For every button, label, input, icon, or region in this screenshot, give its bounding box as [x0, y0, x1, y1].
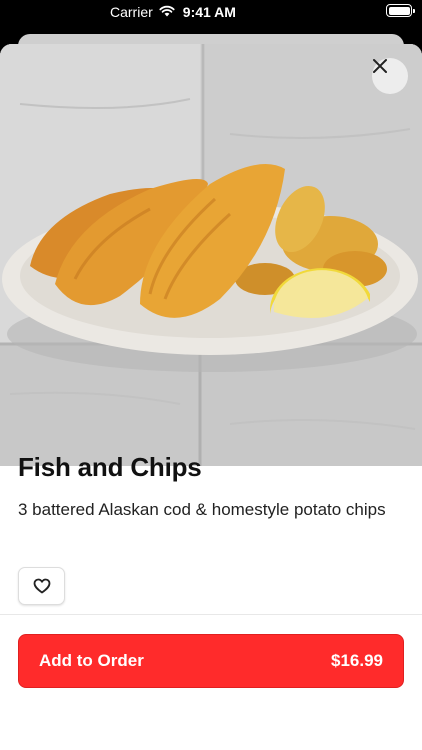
heart-icon [33, 578, 50, 594]
divider [0, 614, 422, 615]
favorite-button[interactable] [18, 567, 65, 605]
item-description: 3 battered Alaskan cod & homestyle potat… [18, 500, 386, 519]
carrier-label: Carrier [110, 4, 153, 20]
item-title: Fish and Chips [18, 452, 202, 482]
close-button[interactable] [372, 58, 408, 94]
battery-icon [386, 4, 415, 17]
item-info: Fish and Chips 3 battered Alaskan cod & … [18, 452, 404, 522]
close-icon [373, 59, 387, 73]
price-label: $16.99 [331, 651, 383, 670]
clock: 9:41 AM [182, 4, 236, 20]
status-bar: Carrier 9:41 AM [0, 0, 422, 24]
add-to-order-button[interactable]: Add to Order $16.99 [18, 634, 404, 688]
add-to-order-label: Add to Order [39, 651, 144, 670]
status-info: Carrier 9:41 AM [110, 4, 236, 20]
wifi-icon [159, 4, 175, 20]
item-photo [0, 44, 422, 466]
